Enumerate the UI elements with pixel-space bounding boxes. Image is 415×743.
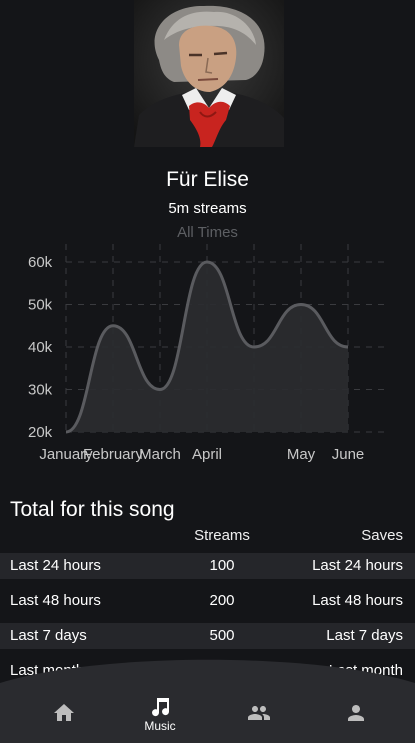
album-artwork <box>134 0 284 147</box>
saves-column-header: Saves <box>361 527 403 544</box>
bottom-navigation: Music <box>0 683 415 743</box>
y-axis-labels: 20k 30k 40k 50k 60k <box>28 254 53 441</box>
composer-portrait-image <box>134 0 284 147</box>
period-label: Last month <box>10 662 85 679</box>
stats-table-body: Last 24 hours 100 Last 24 hours Last 48 … <box>0 553 415 693</box>
x-tick-label: February <box>83 446 144 463</box>
chart-area <box>65 260 349 434</box>
nav-music[interactable]: Music <box>120 683 200 743</box>
saves-value: Last 24 hours <box>312 557 403 574</box>
table-row: Last 48 hours 200 Last 48 hours <box>0 588 415 614</box>
table-row: Last 24 hours 100 Last 24 hours <box>0 553 415 579</box>
saves-value: Last month <box>328 662 403 679</box>
person-icon <box>348 705 364 721</box>
y-tick-label: 30k <box>28 382 53 399</box>
nav-profile[interactable] <box>316 683 396 743</box>
y-tick-label: 40k <box>28 339 53 356</box>
table-row: Last 7 days 500 Last 7 days <box>0 623 415 649</box>
series-area-fill <box>66 262 348 432</box>
y-tick-label: 20k <box>28 424 53 441</box>
saves-value: Last 7 days <box>326 627 403 644</box>
nav-home[interactable] <box>24 683 104 743</box>
stats-table-header: Streams Saves <box>0 527 415 549</box>
table-row: Last month 1000 Last month <box>0 658 415 684</box>
x-tick-label: April <box>192 446 222 463</box>
period-filter[interactable]: All Times <box>0 224 415 241</box>
song-streams-count: 5m streams <box>168 200 247 217</box>
streams-value: 100 <box>209 557 235 574</box>
x-axis-labels: JanuaryFebruaryMarch April May June <box>39 446 364 463</box>
totals-heading: Total for this song <box>10 498 175 521</box>
x-tick-label: March <box>139 446 181 463</box>
saves-value: Last 48 hours <box>312 592 403 609</box>
music-note-icon <box>152 697 170 716</box>
nav-people[interactable] <box>219 683 299 743</box>
nav-music-label: Music <box>144 718 176 733</box>
x-tick-label: May <box>287 446 316 463</box>
people-icon <box>248 706 270 720</box>
streams-area-chart: 20k30k40k50k60k JanuaryFebruaryMarch Apri… <box>28 244 390 463</box>
period-label: Last 48 hours <box>10 592 101 609</box>
streams-value: 200 <box>209 592 235 609</box>
streams-column-header: Streams <box>194 527 250 544</box>
period-label: Last 7 days <box>10 627 87 644</box>
streams-value: 500 <box>209 627 235 644</box>
y-tick-label: 50k <box>28 297 53 314</box>
x-tick-label: June <box>332 446 365 463</box>
period-label: Last 24 hours <box>10 557 101 574</box>
home-icon <box>54 704 74 721</box>
song-title: Für Elise <box>166 168 249 191</box>
streams-value: 1000 <box>205 662 239 679</box>
song-stats-screen: Für Elise 5m streams All Times 20k 30k 40k… <box>0 0 415 743</box>
y-tick-label: 60k <box>28 254 53 271</box>
